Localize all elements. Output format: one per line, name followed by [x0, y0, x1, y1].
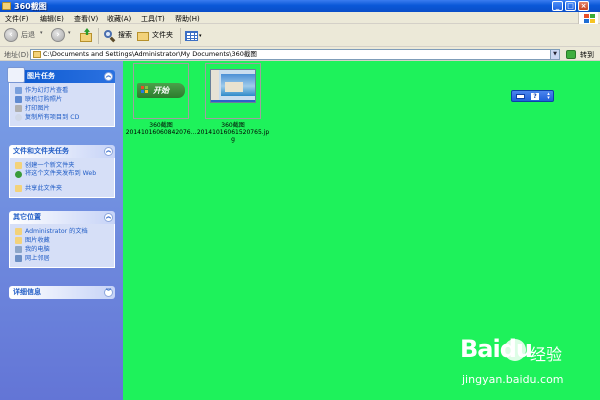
address-dropdown-icon[interactable]: ▼ [550, 50, 559, 59]
cd-icon [15, 114, 22, 121]
floating-toolbar[interactable]: ? ▴ ▾ [511, 90, 554, 102]
computer-icon [15, 246, 22, 253]
network-icon [15, 255, 22, 262]
watermark-url: jingyan.baidu.com [462, 373, 564, 386]
file-name[interactable]: 360截图 20141016061520765.jp g [195, 122, 271, 143]
share-folder-icon [15, 185, 22, 192]
address-value: C:\Documents and Settings\Administrator\… [43, 50, 257, 58]
documents-folder-icon [15, 228, 22, 235]
start-label: 开始 [153, 86, 169, 95]
menu-tools[interactable]: 工具(T) [141, 14, 165, 24]
baidu-watermark: Baidu 经验 jingyan.baidu.com [430, 335, 590, 395]
folder-icon [33, 51, 41, 58]
place-my-pictures[interactable]: 图片收藏 [15, 236, 111, 245]
options-arrow-icon[interactable]: ▴ ▾ [545, 92, 552, 101]
panel-file-folder-tasks: 文件和文件夹任务 ︽ 创建一个新文件夹 将这个文件夹发布到 Web 共享此文件夹 [9, 145, 115, 198]
task-share-folder[interactable]: 共享此文件夹 [15, 184, 111, 193]
task-slideshow[interactable]: 作为幻灯片查看 [15, 86, 111, 95]
address-input[interactable]: C:\Documents and Settings\Administrator\… [30, 49, 560, 60]
maximize-button[interactable]: □ [565, 1, 576, 11]
forward-arrow-icon[interactable]: › [51, 28, 65, 42]
file-name[interactable]: 360截图 20141016060842076... [123, 122, 199, 136]
place-network[interactable]: 网上邻居 [15, 254, 111, 263]
pictures-folder-icon [15, 237, 22, 244]
panel-details: 详细信息 ︾ [9, 286, 115, 299]
collapse-icon[interactable]: ︽ [104, 213, 113, 222]
folders-icon[interactable] [137, 28, 150, 44]
back-arrow-icon[interactable]: ‹ [4, 28, 18, 42]
file-thumbnail[interactable] [205, 63, 261, 119]
panel-header[interactable]: 图片任务 ︽ [7, 67, 115, 83]
task-publish-web[interactable]: 将这个文件夹发布到 Web [15, 170, 111, 184]
pictures-icon [7, 67, 25, 83]
panel-title: 详细信息 [13, 288, 41, 296]
task-new-folder[interactable]: 创建一个新文件夹 [15, 161, 111, 170]
window-title: 360截图 [14, 2, 47, 11]
address-label: 地址(D) [4, 51, 29, 59]
order-prints-icon [15, 96, 22, 103]
place-my-computer[interactable]: 我的电脑 [15, 245, 111, 254]
printer-icon [15, 105, 22, 112]
slideshow-icon [15, 87, 22, 94]
title-bar: 360截图 _ □ × [0, 0, 600, 12]
paw-icon [504, 339, 526, 361]
screenshot-preview [210, 69, 256, 103]
up-folder-icon[interactable] [79, 28, 94, 44]
close-button[interactable]: × [578, 1, 589, 11]
folder-icon [2, 2, 11, 10]
windows-flag-icon [141, 86, 149, 94]
menu-favorites[interactable]: 收藏(A) [107, 14, 131, 24]
start-button-preview: 开始 [137, 83, 185, 98]
panel-title: 图片任务 [27, 72, 55, 80]
help-icon[interactable]: ? [531, 93, 539, 100]
collapse-icon[interactable]: ︽ [104, 72, 113, 81]
menu-file[interactable]: 文件(F) [5, 14, 29, 24]
keyboard-icon[interactable] [516, 94, 525, 99]
menu-view[interactable]: 查看(V) [74, 14, 98, 24]
windows-logo-icon [578, 12, 598, 24]
new-folder-icon [15, 162, 22, 169]
address-bar: 地址(D) C:\Documents and Settings\Administ… [0, 47, 600, 61]
menu-bar: 文件(F) 编辑(E) 查看(V) 收藏(A) 工具(T) 帮助(H) [0, 12, 600, 24]
search-label[interactable]: 搜索 [118, 30, 132, 40]
go-arrow-icon[interactable] [566, 50, 576, 59]
task-copy-cd[interactable]: 复制所有项目到 CD [15, 113, 111, 122]
panel-title: 其它位置 [13, 213, 41, 221]
task-print[interactable]: 打印图片 [15, 104, 111, 113]
forward-dropdown-icon[interactable]: ▾ [68, 30, 71, 36]
panel-header[interactable]: 详细信息 ︾ [9, 286, 115, 299]
file-thumbnail[interactable]: 开始 [133, 63, 189, 119]
panel-picture-tasks: 图片任务 ︽ 作为幻灯片查看 联机订购照片 打印图片 复制所有项目到 CD [7, 67, 115, 127]
place-my-documents[interactable]: Administrator 的文档 [15, 227, 111, 236]
search-icon[interactable] [103, 28, 116, 44]
watermark-cn: 经验 [530, 345, 563, 364]
views-icon[interactable]: ▾ [185, 28, 202, 44]
panel-header[interactable]: 其它位置 ︽ [9, 211, 115, 224]
task-order-prints[interactable]: 联机订购照片 [15, 95, 111, 104]
web-publish-icon [15, 171, 22, 178]
back-label[interactable]: 后退 [21, 30, 35, 40]
toolbar: ‹ 后退 ▾ › ▾ 搜索 文件夹 ▾ [0, 25, 600, 47]
go-button[interactable]: 转到 [580, 50, 594, 60]
menu-help[interactable]: 帮助(H) [175, 14, 200, 24]
menu-edit[interactable]: 编辑(E) [40, 14, 64, 24]
panel-header[interactable]: 文件和文件夹任务 ︽ [9, 145, 115, 158]
folders-label[interactable]: 文件夹 [152, 30, 173, 40]
minimize-button[interactable]: _ [552, 1, 563, 11]
back-dropdown-icon[interactable]: ▾ [40, 30, 43, 36]
expand-icon[interactable]: ︾ [104, 288, 113, 297]
task-pane: 图片任务 ︽ 作为幻灯片查看 联机订购照片 打印图片 复制所有项目到 CD 文件… [0, 61, 123, 400]
collapse-icon[interactable]: ︽ [104, 147, 113, 156]
panel-title: 文件和文件夹任务 [13, 147, 69, 155]
panel-other-places: 其它位置 ︽ Administrator 的文档 图片收藏 我的电脑 网上邻居 [9, 211, 115, 268]
